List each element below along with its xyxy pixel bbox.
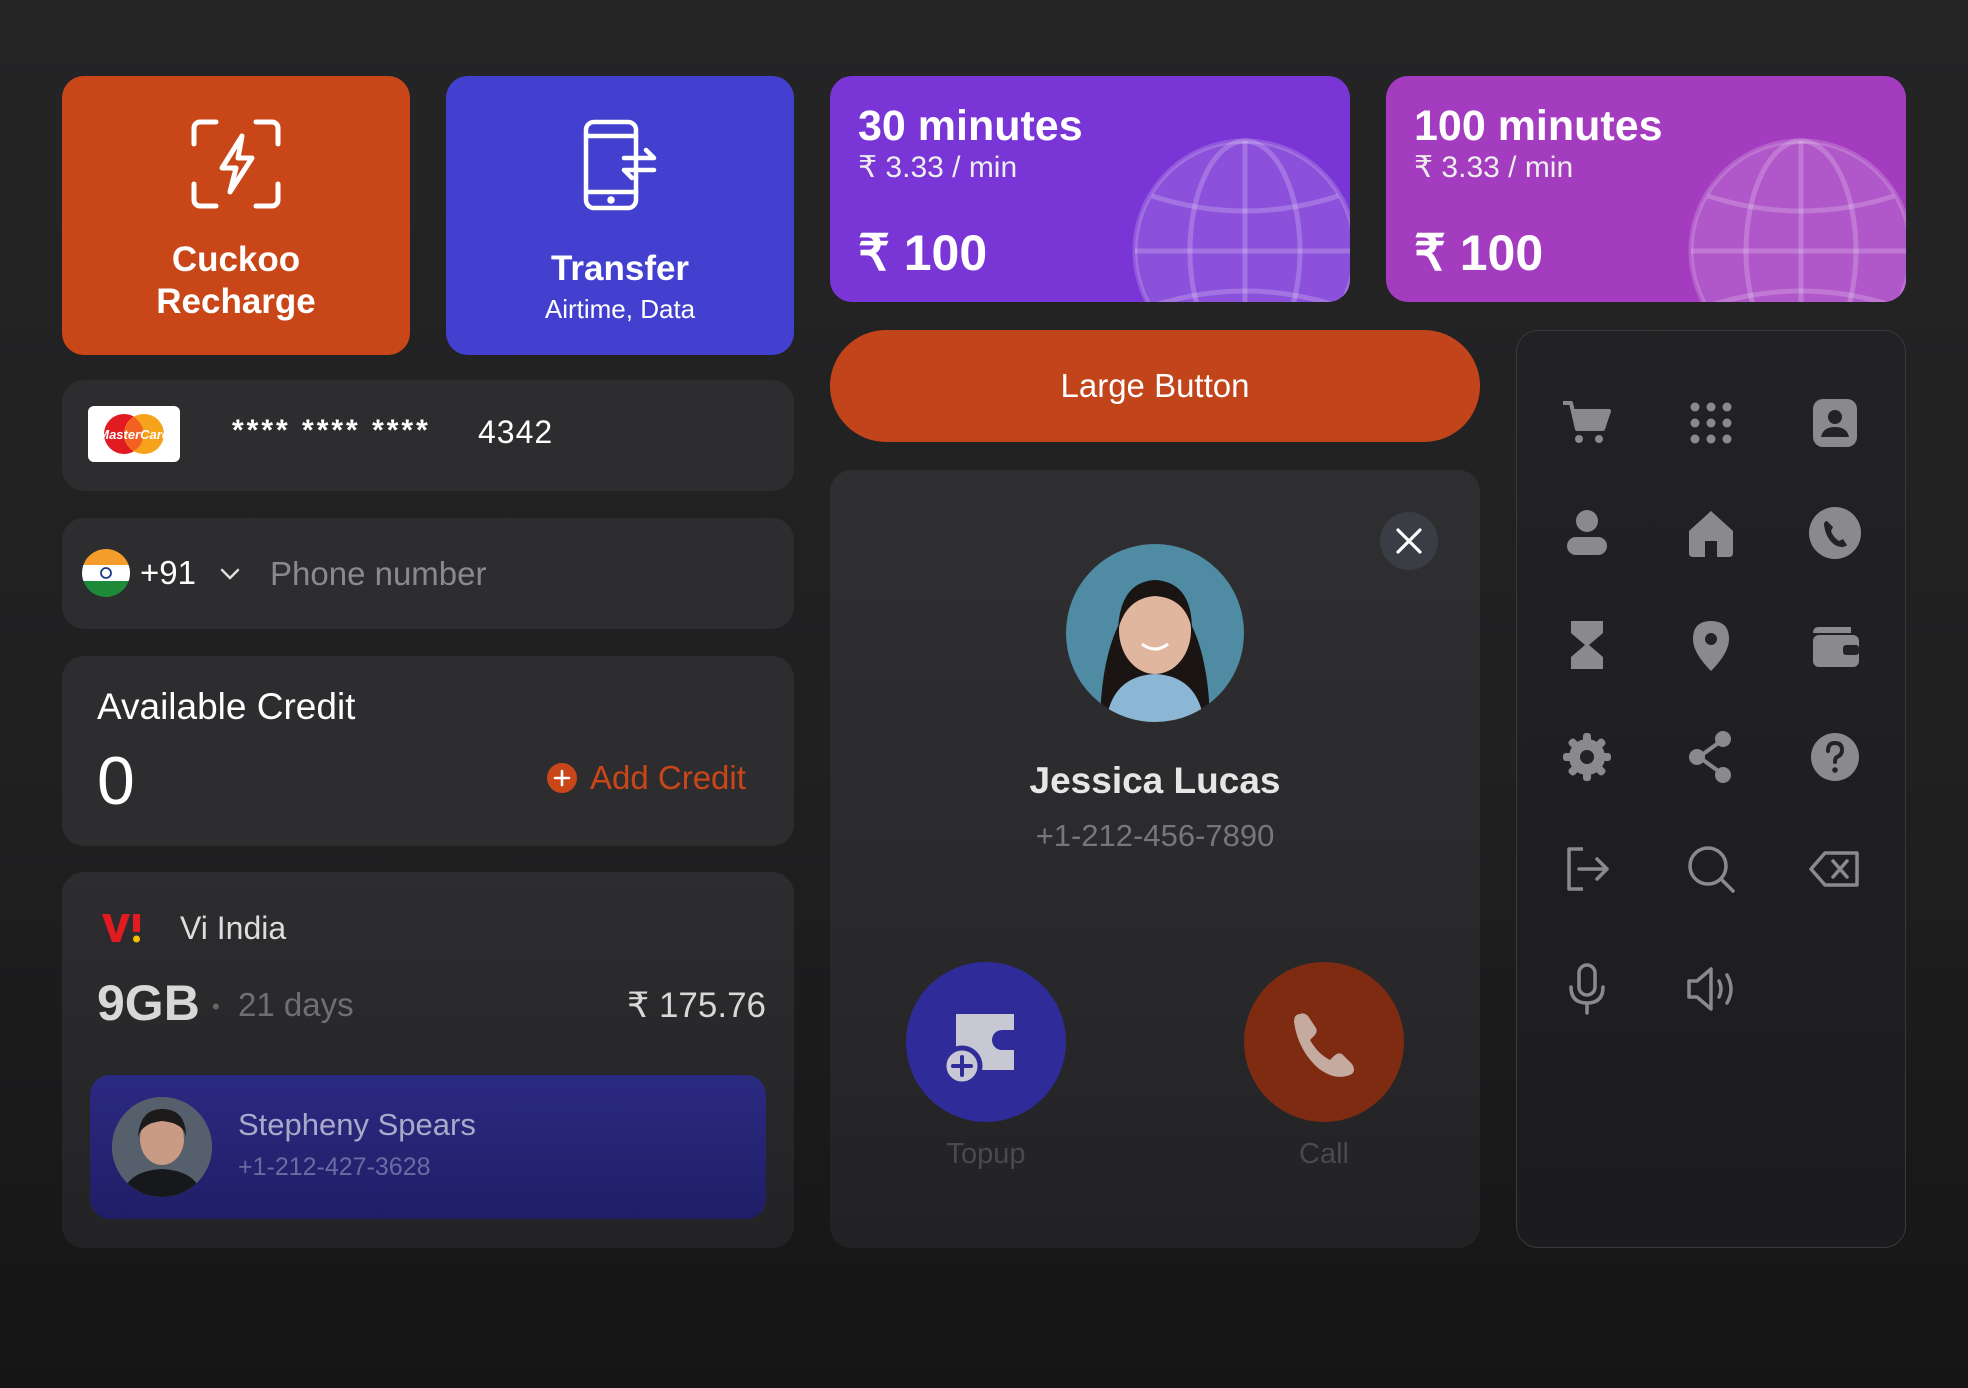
- call-button[interactable]: [1244, 962, 1404, 1122]
- country-code[interactable]: +91: [140, 554, 196, 592]
- plan-validity: 21 days: [238, 986, 354, 1023]
- topup-label: Topup: [946, 1138, 1026, 1170]
- saved-card-row[interactable]: MasterCard **** **** **** 4342: [62, 380, 794, 491]
- add-credit-button[interactable]: Add Credit: [546, 758, 746, 798]
- recharge-label-line1: Cuckoo: [171, 240, 301, 279]
- chevron-down-icon[interactable]: [220, 568, 240, 580]
- globe-icon: [1688, 138, 1906, 302]
- transfer-title: Transfer: [550, 249, 690, 288]
- mastercard-brand-text: MasterCard: [98, 427, 171, 442]
- caller-name: Jessica Lucas: [1029, 760, 1281, 801]
- phone-circle-icon[interactable]: [1807, 505, 1863, 561]
- operator-plan-card[interactable]: Vi India 9GB • 21 days ₹ 175.76 Stepheny…: [62, 872, 794, 1248]
- mastercard-logo: MasterCard: [88, 406, 180, 462]
- call-card: Jessica Lucas +1-212-456-7890 Topup Call: [830, 470, 1480, 1248]
- credit-label: Available Credit: [97, 686, 356, 727]
- caller-number: +1-212-456-7890: [1035, 818, 1275, 853]
- backspace-icon[interactable]: [1807, 841, 1863, 897]
- phone-icon: [1294, 1013, 1354, 1077]
- phone-input-row[interactable]: +91: [62, 518, 794, 629]
- scan-lightning-icon: [191, 119, 281, 209]
- transfer-tile[interactable]: Transfer Airtime, Data: [446, 76, 794, 355]
- operator-name: Vi India: [180, 910, 287, 946]
- share-icon[interactable]: [1683, 729, 1739, 785]
- phone-number-input[interactable]: [268, 546, 748, 602]
- caller-avatar: [1066, 544, 1244, 722]
- large-button[interactable]: Large Button: [830, 330, 1480, 442]
- plan-data: 9GB: [97, 975, 200, 1031]
- credit-amount: 0: [97, 743, 135, 819]
- plan-card-30[interactable]: 30 minutes ₹ 3.33 / min ₹ 100: [830, 76, 1350, 302]
- search-icon[interactable]: [1683, 841, 1739, 897]
- logout-icon[interactable]: [1559, 841, 1615, 897]
- contact-name: Stepheny Spears: [238, 1107, 476, 1142]
- separator-dot: •: [212, 994, 220, 1019]
- help-icon[interactable]: [1807, 729, 1863, 785]
- card-last4: 4342: [478, 414, 554, 450]
- person-photo: [112, 1097, 212, 1197]
- close-icon: [1396, 528, 1422, 554]
- add-credit-label: Add Credit: [590, 759, 746, 796]
- plus-circle-icon: [547, 763, 577, 793]
- microphone-icon[interactable]: [1559, 961, 1615, 1017]
- close-button[interactable]: [1380, 512, 1438, 570]
- user-icon[interactable]: [1559, 505, 1615, 561]
- topup-button[interactable]: [906, 962, 1066, 1122]
- globe-icon: [1132, 138, 1350, 302]
- hourglass-icon[interactable]: [1559, 617, 1615, 673]
- grid-dots-icon[interactable]: [1683, 395, 1739, 451]
- large-button-label: Large Button: [1060, 367, 1250, 404]
- settings-icon[interactable]: [1559, 729, 1615, 785]
- contact-card-icon[interactable]: [1807, 395, 1863, 451]
- plan-price: ₹ 100: [1414, 225, 1544, 281]
- contact-number: +1-212-427-3628: [238, 1153, 431, 1181]
- speaker-icon[interactable]: [1683, 961, 1739, 1017]
- recharge-tile[interactable]: Cuckoo Recharge: [62, 76, 410, 355]
- person-photo: [1066, 544, 1244, 722]
- cart-icon[interactable]: [1559, 395, 1615, 451]
- location-pin-icon[interactable]: [1683, 617, 1739, 673]
- plan-card-100[interactable]: 100 minutes ₹ 3.33 / min ₹ 100: [1386, 76, 1906, 302]
- vi-logo-icon: [102, 914, 140, 943]
- phone-transfer-icon: [583, 119, 657, 211]
- india-flag-icon: [82, 549, 130, 597]
- plan-price: ₹ 100: [858, 225, 988, 281]
- plan-price: ₹ 175.76: [626, 986, 766, 1025]
- wallet-icon[interactable]: [1807, 617, 1863, 673]
- icon-palette-panel: [1516, 330, 1906, 1248]
- card-masked-digits: **** **** ****: [232, 414, 431, 447]
- home-icon[interactable]: [1683, 505, 1739, 561]
- wallet-plus-icon: [941, 1014, 1014, 1087]
- available-credit-card: Available Credit 0 Add Credit: [62, 656, 794, 846]
- transfer-subtitle: Airtime, Data: [544, 294, 696, 324]
- mastercard-icon: MasterCard: [98, 414, 171, 454]
- recharge-label-line2: Recharge: [156, 282, 316, 321]
- call-label: Call: [1299, 1138, 1349, 1170]
- contact-chip[interactable]: Stepheny Spears +1-212-427-3628: [90, 1075, 766, 1219]
- avatar: [112, 1097, 212, 1197]
